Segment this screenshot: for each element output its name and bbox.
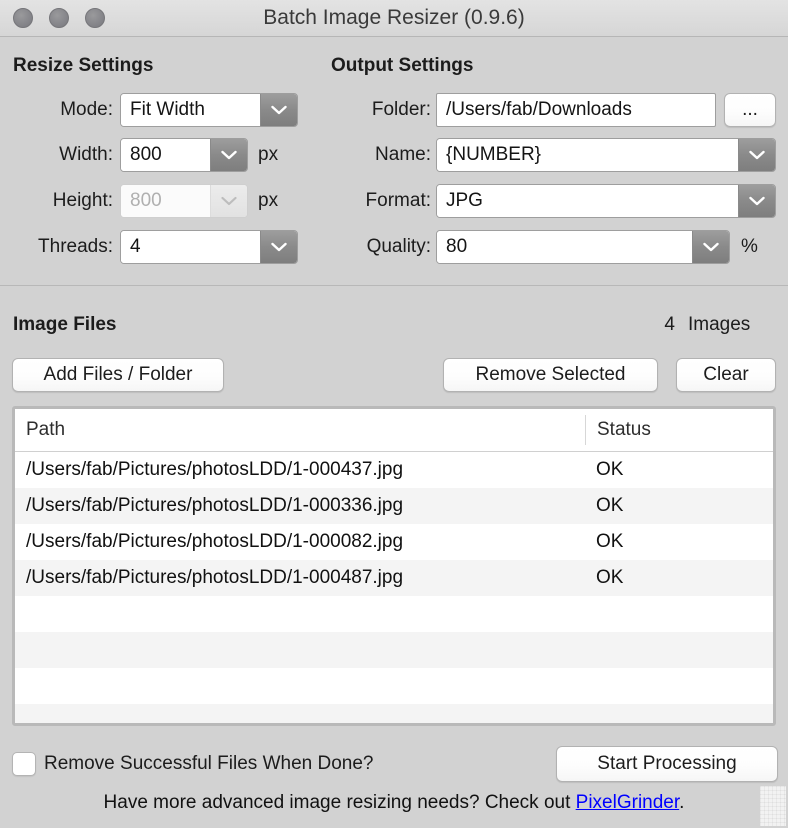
folder-input[interactable]: /Users/fab/Downloads xyxy=(436,93,716,127)
cell-status: OK xyxy=(596,495,624,516)
remove-selected-button[interactable]: Remove Selected xyxy=(443,358,658,392)
table-row[interactable]: /Users/fab/Pictures/photosLDD/1-000336.j… xyxy=(15,488,773,524)
name-select[interactable]: {NUMBER} xyxy=(436,138,776,172)
chevron-down-icon[interactable] xyxy=(692,231,729,263)
table-row-empty[interactable] xyxy=(15,596,773,632)
pixelgrinder-link[interactable]: PixelGrinder xyxy=(576,792,680,813)
threads-value: 4 xyxy=(121,231,260,263)
format-select[interactable]: JPG xyxy=(436,184,776,218)
column-header-path[interactable]: Path xyxy=(15,419,585,441)
titlebar: Batch Image Resizer (0.9.6) xyxy=(0,0,788,37)
height-select: 800 xyxy=(120,184,248,218)
width-select[interactable]: 800 xyxy=(120,138,248,172)
threads-label: Threads: xyxy=(38,236,113,257)
width-label: Width: xyxy=(59,144,113,165)
table-row[interactable]: /Users/fab/Pictures/photosLDD/1-000437.j… xyxy=(15,452,773,488)
start-processing-button[interactable]: Start Processing xyxy=(556,746,778,782)
chevron-down-icon xyxy=(210,185,247,217)
add-files-button[interactable]: Add Files / Folder xyxy=(12,358,224,392)
remove-successful-checkbox[interactable] xyxy=(12,752,36,776)
chevron-down-icon[interactable] xyxy=(260,94,297,126)
clear-button[interactable]: Clear xyxy=(676,358,776,392)
app-window: Batch Image Resizer (0.9.6) Resize Setti… xyxy=(0,0,788,828)
file-table[interactable]: Path Status /Users/fab/Pictures/photosLD… xyxy=(12,406,776,726)
promo-suffix: . xyxy=(679,792,685,813)
settings-panel: Resize Settings Output Settings Mode: Fi… xyxy=(0,37,788,285)
table-body: /Users/fab/Pictures/photosLDD/1-000437.j… xyxy=(15,452,773,723)
chevron-down-icon[interactable] xyxy=(738,139,775,171)
format-label: Format: xyxy=(365,190,431,211)
cell-path: /Users/fab/Pictures/photosLDD/1-000082.j… xyxy=(26,531,404,552)
cell-path: /Users/fab/Pictures/photosLDD/1-000437.j… xyxy=(26,459,404,480)
threads-select[interactable]: 4 xyxy=(120,230,298,264)
name-label: Name: xyxy=(375,144,431,165)
chevron-down-icon[interactable] xyxy=(260,231,297,263)
width-value: 800 xyxy=(121,139,210,171)
image-count-label: Images xyxy=(688,314,751,335)
settings-divider xyxy=(0,285,788,286)
mode-select[interactable]: Fit Width xyxy=(120,93,298,127)
table-row[interactable]: /Users/fab/Pictures/photosLDD/1-000487.j… xyxy=(15,560,773,596)
chevron-down-icon[interactable] xyxy=(210,139,247,171)
resize-grip[interactable] xyxy=(760,786,786,826)
promo-prefix: Have more advanced image resizing needs?… xyxy=(103,792,576,813)
cell-status: OK xyxy=(596,531,624,552)
chevron-down-icon[interactable] xyxy=(738,185,775,217)
height-label: Height: xyxy=(52,190,113,211)
output-settings-title: Output Settings xyxy=(331,55,474,76)
table-row-empty[interactable] xyxy=(15,668,773,704)
quality-label: Quality: xyxy=(366,236,431,257)
width-unit: px xyxy=(258,144,279,165)
mode-label: Mode: xyxy=(60,99,113,120)
mode-value: Fit Width xyxy=(121,94,260,126)
column-header-status[interactable]: Status xyxy=(585,415,769,445)
quality-value: 80 xyxy=(437,231,692,263)
table-row-empty[interactable] xyxy=(15,632,773,668)
promo-text: Have more advanced image resizing needs?… xyxy=(0,792,788,814)
table-row[interactable]: /Users/fab/Pictures/photosLDD/1-000082.j… xyxy=(15,524,773,560)
cell-status: OK xyxy=(596,459,624,480)
name-value: {NUMBER} xyxy=(437,139,738,171)
height-unit: px xyxy=(258,190,279,211)
table-header-row: Path Status xyxy=(15,409,773,452)
browse-folder-button[interactable]: ... xyxy=(724,93,776,127)
resize-settings-title: Resize Settings xyxy=(13,55,154,76)
height-value: 800 xyxy=(121,185,210,217)
cell-path: /Users/fab/Pictures/photosLDD/1-000336.j… xyxy=(26,495,404,516)
format-value: JPG xyxy=(437,185,738,217)
image-files-title: Image Files xyxy=(13,314,117,335)
remove-successful-label: Remove Successful Files When Done? xyxy=(44,753,374,774)
cell-path: /Users/fab/Pictures/photosLDD/1-000487.j… xyxy=(26,567,404,588)
quality-select[interactable]: 80 xyxy=(436,230,730,264)
cell-status: OK xyxy=(596,567,624,588)
table-row-empty[interactable] xyxy=(15,704,773,723)
quality-unit: % xyxy=(741,236,758,257)
window-title: Batch Image Resizer (0.9.6) xyxy=(263,6,525,29)
folder-label: Folder: xyxy=(371,99,431,120)
image-count: 4 xyxy=(664,314,675,335)
